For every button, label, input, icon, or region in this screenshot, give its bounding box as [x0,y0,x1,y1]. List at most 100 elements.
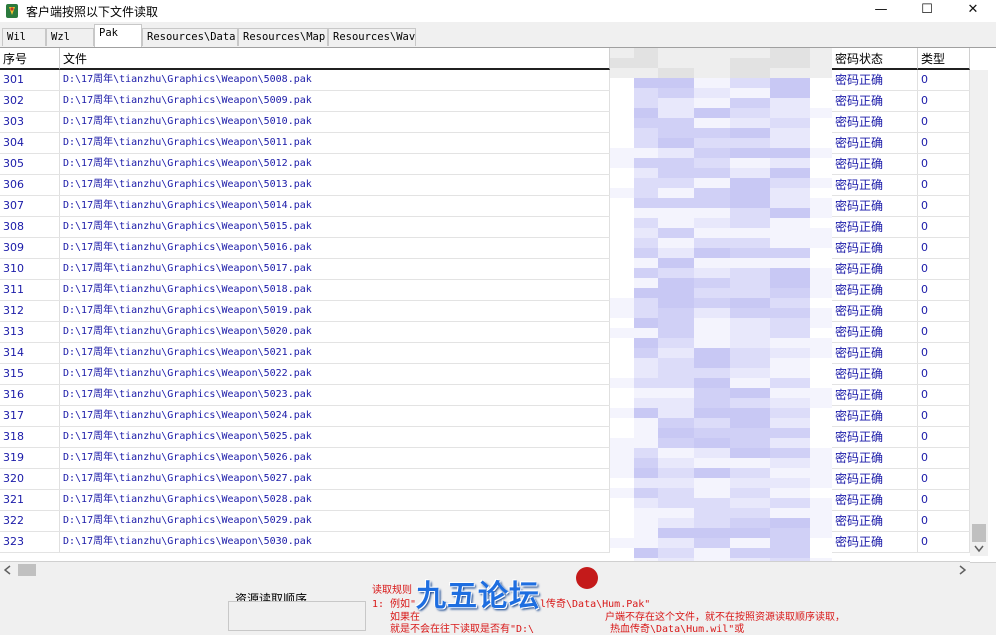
row-num: 317 [0,406,60,426]
tab-pak[interactable]: Pak [94,24,142,47]
maximize-button[interactable]: ☐ [904,0,950,22]
row-status: 密码正确 [832,175,918,195]
row-status: 密码正确 [832,364,918,384]
row-status: 密码正确 [832,217,918,237]
rules-title: 读取规则 [372,585,412,596]
scroll-left-icon[interactable] [4,565,12,575]
row-status: 密码正确 [832,511,918,531]
row-status: 密码正确 [832,70,918,90]
row-file: D:\17周年\tianzhu\Graphics\Weapon\5028.pak [60,490,610,510]
vertical-scrollbar[interactable] [970,70,988,556]
row-num: 309 [0,238,60,258]
tab-resources-data[interactable]: Resources\Data [142,28,238,46]
row-num: 303 [0,112,60,132]
row-num: 301 [0,70,60,90]
scroll-down-icon[interactable] [974,545,984,553]
row-status: 密码正确 [832,469,918,489]
row-type: 0 [918,364,970,384]
row-file: D:\17周年\tianzhu\Graphics\Weapon\5009.pak [60,91,610,111]
row-type: 0 [918,91,970,111]
row-num: 322 [0,511,60,531]
tab-resources-map[interactable]: Resources\Map [238,28,328,46]
row-status: 密码正确 [832,490,918,510]
row-status: 密码正确 [832,343,918,363]
row-status: 密码正确 [832,301,918,321]
row-file: D:\17周年\tianzhu\Graphics\Weapon\5022.pak [60,364,610,384]
row-file: D:\17周年\tianzhu\Graphics\Weapon\5024.pak [60,406,610,426]
row-file: D:\17周年\tianzhu\Graphics\Weapon\5023.pak [60,385,610,405]
bottom-panel: 资源读取顺序 读取规则 1: 例如" l传奇\Data\Hum.Pak" 如果在… [0,567,996,635]
row-type: 0 [918,280,970,300]
rule-line-3-tail: 热血传奇\Data\Hum.wil"或 [610,624,745,635]
row-type: 0 [918,469,970,489]
row-file: D:\17周年\tianzhu\Graphics\Weapon\5025.pak [60,427,610,447]
row-type: 0 [918,511,970,531]
row-num: 307 [0,196,60,216]
scroll-right-icon[interactable] [958,565,966,575]
row-file: D:\17周年\tianzhu\Graphics\Weapon\5019.pak [60,301,610,321]
row-file: D:\17周年\tianzhu\Graphics\Weapon\5015.pak [60,217,610,237]
file-list-grid: 序号 文件 密码状态 类型 301 D:\17周年\tianzhu\Graphic… [0,47,996,563]
row-file: D:\17周年\tianzhu\Graphics\Weapon\5010.pak [60,112,610,132]
row-type: 0 [918,490,970,510]
row-file: D:\17周年\tianzhu\Graphics\Weapon\5013.pak [60,175,610,195]
row-num: 310 [0,259,60,279]
row-num: 316 [0,385,60,405]
header-status[interactable]: 密码状态 [832,48,918,70]
row-file: D:\17周年\tianzhu\Graphics\Weapon\5016.pak [60,238,610,258]
header-type[interactable]: 类型 [918,48,970,70]
row-file: D:\17周年\tianzhu\Graphics\Weapon\5021.pak [60,343,610,363]
row-status: 密码正确 [832,448,918,468]
header-num[interactable]: 序号 [0,48,60,70]
row-status: 密码正确 [832,238,918,258]
row-num: 314 [0,343,60,363]
row-num: 323 [0,532,60,552]
row-type: 0 [918,154,970,174]
row-num: 320 [0,469,60,489]
row-status: 密码正确 [832,427,918,447]
row-num: 306 [0,175,60,195]
row-status: 密码正确 [832,322,918,342]
row-type: 0 [918,259,970,279]
row-type: 0 [918,196,970,216]
row-type: 0 [918,448,970,468]
row-status: 密码正确 [832,133,918,153]
row-type: 0 [918,175,970,195]
row-type: 0 [918,343,970,363]
seal-stamp-icon [576,567,598,589]
app-icon [6,4,18,18]
row-num: 311 [0,280,60,300]
row-num: 319 [0,448,60,468]
row-file: D:\17周年\tianzhu\Graphics\Weapon\5008.pak [60,70,610,90]
row-num: 313 [0,322,60,342]
row-type: 0 [918,385,970,405]
rule-line-3: 就是不会在往下读取是否有"D:\ [390,624,535,635]
tab-wzl[interactable]: Wzl [46,28,94,46]
row-num: 305 [0,154,60,174]
close-button[interactable]: ✕ [950,0,996,22]
tab-resources-wav[interactable]: Resources\Wav [328,28,416,46]
row-file: D:\17周年\tianzhu\Graphics\Weapon\5018.pak [60,280,610,300]
vertical-scroll-thumb[interactable] [972,524,986,542]
tab-wil[interactable]: Wil [2,28,46,46]
header-file[interactable]: 文件 [60,48,610,70]
minimize-button[interactable]: — [858,0,904,22]
resource-order-list[interactable] [228,601,366,631]
horizontal-scroll-thumb[interactable] [18,564,36,576]
row-type: 0 [918,70,970,90]
row-file: D:\17周年\tianzhu\Graphics\Weapon\5011.pak [60,133,610,153]
row-num: 302 [0,91,60,111]
row-num: 312 [0,301,60,321]
row-status: 密码正确 [832,280,918,300]
row-file: D:\17周年\tianzhu\Graphics\Weapon\5030.pak [60,532,610,552]
row-num: 308 [0,217,60,237]
row-file: D:\17周年\tianzhu\Graphics\Weapon\5026.pak [60,448,610,468]
row-status: 密码正确 [832,259,918,279]
row-type: 0 [918,133,970,153]
row-file: D:\17周年\tianzhu\Graphics\Weapon\5012.pak [60,154,610,174]
row-status: 密码正确 [832,154,918,174]
row-num: 321 [0,490,60,510]
row-status: 密码正确 [832,532,918,552]
tab-strip: Wil Wzl Pak Resources\Data Resources\Map… [0,24,996,47]
row-file: D:\17周年\tianzhu\Graphics\Weapon\5014.pak [60,196,610,216]
